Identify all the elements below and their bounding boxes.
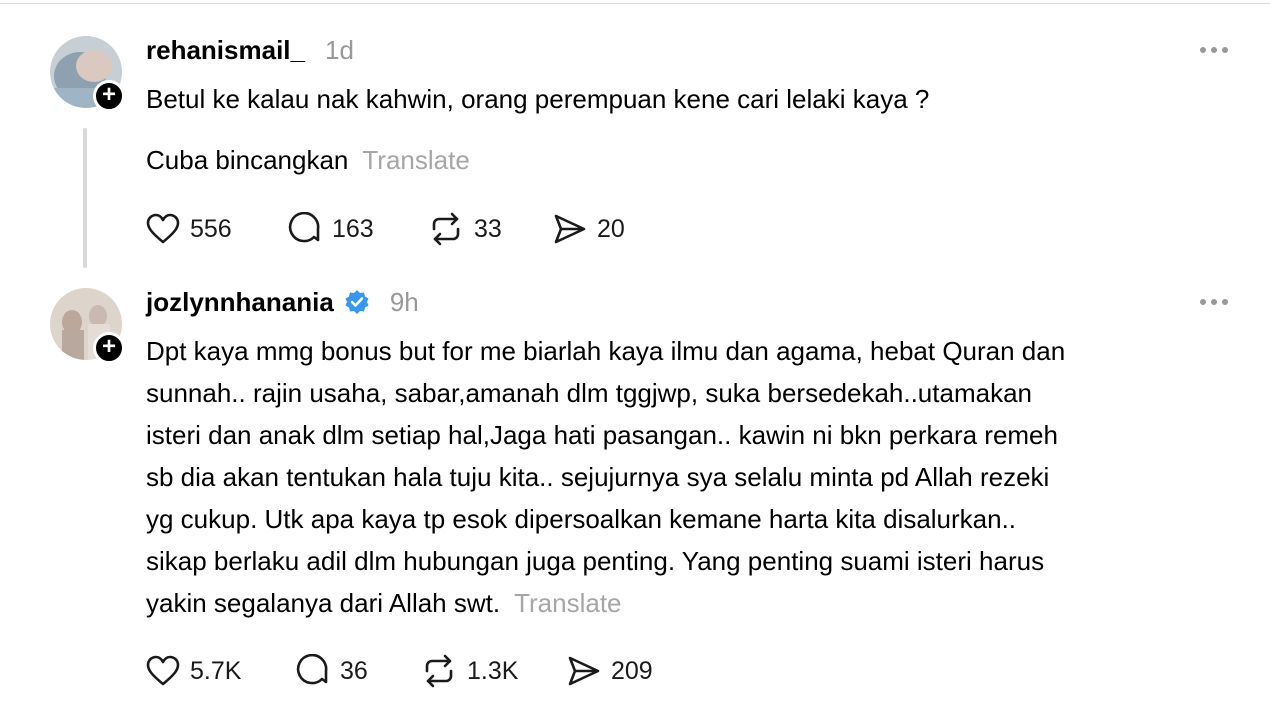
translate-link[interactable]: Translate [514, 588, 621, 618]
share-count: 20 [597, 214, 625, 243]
post-header: jozlynnhanania 9h [146, 284, 419, 320]
action-bar: 5.7K 36 1.3K 209 [146, 654, 653, 688]
post-text: Dpt kaya mmg bonus but for me biarlah ka… [146, 330, 1065, 624]
username[interactable]: rehanismail_ [146, 35, 305, 66]
share-count: 209 [611, 656, 653, 685]
post-text: Betul ke kalau nak kahwin, orang perempu… [146, 78, 929, 120]
more-icon[interactable] [1200, 40, 1228, 60]
reply-button[interactable]: 36 [296, 654, 421, 688]
post-line: yakin segalanya dari Allah swt. [146, 588, 501, 618]
reply-button[interactable]: 163 [288, 212, 428, 246]
post-text-second: Cuba bincangkan Translate [146, 139, 470, 181]
post-line: yg cukup. Utk apa kaya tp esok dipersoal… [146, 504, 1017, 534]
follow-button[interactable]: + [93, 80, 125, 112]
heart-icon [146, 213, 180, 244]
post-line: sikap berlaku adil dlm hubungan juga pen… [146, 546, 1045, 576]
like-button[interactable]: 556 [146, 213, 288, 245]
heart-icon [146, 655, 180, 686]
send-icon [568, 656, 600, 686]
timestamp: 1d [324, 34, 354, 65]
send-icon [554, 214, 586, 244]
like-count: 556 [190, 214, 232, 243]
comment-icon [288, 212, 320, 243]
like-count: 5.7K [190, 656, 242, 685]
timestamp: 9h [389, 286, 419, 317]
translate-link[interactable]: Translate [362, 145, 469, 175]
repost-count: 33 [474, 214, 502, 243]
post-line: Cuba bincangkan [146, 145, 349, 175]
more-icon[interactable] [1200, 292, 1228, 312]
post-line: isteri dan anak dlm setiap hal,Jaga hati… [146, 420, 1058, 450]
post-line: Betul ke kalau nak kahwin, orang perempu… [146, 84, 930, 114]
like-button[interactable]: 5.7K [146, 655, 296, 687]
repost-icon [425, 654, 453, 688]
reply-count: 163 [332, 214, 374, 243]
username[interactable]: jozlynnhanania [146, 287, 334, 318]
verified-badge-icon [345, 290, 369, 314]
action-bar: 556 163 33 20 [146, 212, 625, 246]
share-button[interactable]: 20 [553, 213, 625, 245]
repost-button[interactable]: 33 [428, 212, 553, 246]
post-header: rehanismail_ 1d [146, 32, 354, 68]
repost-button[interactable]: 1.3K [421, 654, 567, 688]
share-button[interactable]: 209 [567, 655, 653, 687]
reply-count: 36 [340, 656, 368, 685]
comment-icon [296, 654, 328, 685]
top-divider [0, 3, 1270, 4]
post-line: Dpt kaya mmg bonus but for me biarlah ka… [146, 336, 1066, 366]
post-line: sb dia akan tentukan hala tuju kita.. se… [146, 462, 1050, 492]
repost-count: 1.3K [467, 656, 519, 685]
follow-button[interactable]: + [93, 332, 125, 364]
post-line: sunnah.. rajin usaha, sabar,amanah dlm t… [146, 378, 1032, 408]
repost-icon [432, 212, 460, 246]
thread-line [83, 128, 87, 268]
